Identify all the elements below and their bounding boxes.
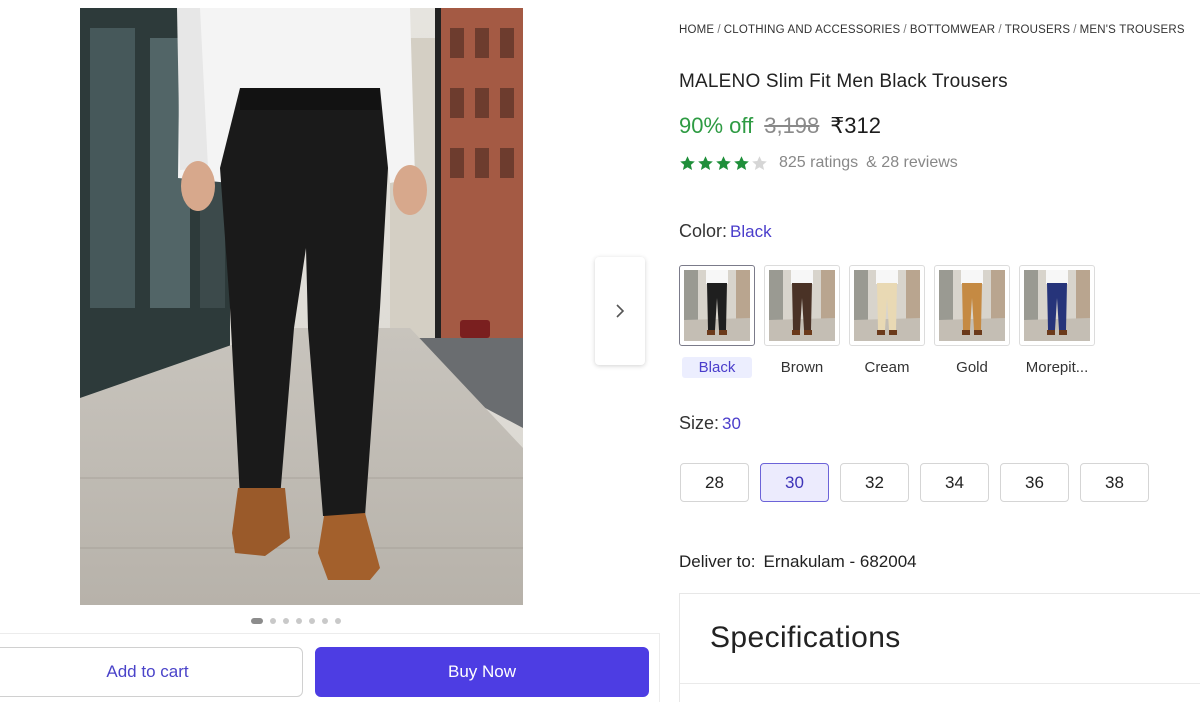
buy-now-button[interactable]: Buy Now: [315, 647, 649, 697]
selected-color: Black: [730, 222, 772, 241]
swatch-thumbnail: [769, 270, 835, 341]
swatch-thumbnail: [684, 270, 750, 341]
reviews-count: & 28 reviews: [866, 154, 958, 171]
cta-bar: Add to cart Buy Now: [0, 633, 660, 702]
chevron-right-icon: [616, 304, 625, 318]
color-swatch-image: [1019, 265, 1095, 346]
size-option-32[interactable]: 32: [840, 463, 909, 502]
size-option-34[interactable]: 34: [920, 463, 989, 502]
divider: [680, 683, 1200, 684]
gallery-next-button[interactable]: [595, 257, 645, 365]
add-to-cart-button[interactable]: Add to cart: [0, 647, 303, 697]
gallery-dot[interactable]: [309, 618, 315, 624]
mrp-price: 3,198: [764, 113, 820, 138]
star-filled-icon: [680, 155, 695, 170]
size-label-text: Size:: [679, 413, 720, 433]
gallery-dot[interactable]: [296, 618, 302, 624]
breadcrumb-item[interactable]: BOTTOMWEAR: [910, 24, 995, 36]
size-options: 28 30 32 34 36 38: [680, 463, 1149, 502]
star-rating: [679, 155, 768, 172]
product-title: MALENO Slim Fit Men Black Trousers: [679, 71, 1008, 92]
size-label: Size: 30: [679, 413, 741, 434]
gallery-dot[interactable]: [335, 618, 341, 624]
color-swatch-label: Brown: [780, 359, 824, 376]
size-option-30[interactable]: 30: [760, 463, 829, 502]
swatch-thumbnail: [939, 270, 1005, 341]
gallery-pagination: [251, 618, 341, 624]
breadcrumb-item[interactable]: TROUSERS: [1005, 24, 1071, 36]
specifications-card[interactable]: Specifications: [679, 593, 1200, 702]
star-filled-icon: [698, 155, 713, 170]
gallery-dot[interactable]: [270, 618, 276, 624]
size-option-28[interactable]: 28: [680, 463, 749, 502]
color-label: Color: Black: [679, 221, 772, 242]
specifications-title: Specifications: [710, 621, 901, 654]
gallery-dot[interactable]: [283, 618, 289, 624]
rating-row[interactable]: 825 ratings & 28 reviews: [679, 154, 958, 172]
selling-price: ₹312: [830, 113, 881, 138]
deliver-label: Deliver to:: [679, 552, 756, 571]
breadcrumb-item[interactable]: CLOTHING AND ACCESSORIES: [724, 24, 901, 36]
breadcrumb-separator: /: [717, 24, 721, 36]
color-swatch[interactable]: Gold: [934, 265, 1010, 378]
color-swatch[interactable]: Morepit...: [1019, 265, 1095, 378]
size-option-36[interactable]: 36: [1000, 463, 1069, 502]
color-swatch-label: Black: [682, 357, 752, 378]
delivery-row[interactable]: Deliver to: Ernakulam - 682004: [679, 552, 917, 572]
star-filled-icon: [734, 155, 749, 170]
gallery-dot[interactable]: [251, 618, 263, 624]
color-swatch-label: Gold: [956, 359, 988, 376]
breadcrumb: HOME / CLOTHING AND ACCESSORIES / BOTTOMWEAR…: [679, 24, 1185, 36]
color-swatch-image: [679, 265, 755, 346]
color-swatch-label: Morepit...: [1025, 359, 1089, 376]
color-swatches: Black Brown Cream Gold Morepit...: [679, 265, 1095, 378]
product-photo: [80, 8, 523, 605]
color-swatch[interactable]: Brown: [764, 265, 840, 378]
color-swatch-image: [849, 265, 925, 346]
color-swatch-label: Cream: [864, 359, 910, 376]
color-label-text: Color:: [679, 221, 728, 241]
color-swatch[interactable]: Cream: [849, 265, 925, 378]
color-swatch-image: [764, 265, 840, 346]
swatch-thumbnail: [854, 270, 920, 341]
breadcrumb-separator: /: [1073, 24, 1077, 36]
product-main-image[interactable]: [80, 8, 523, 605]
discount-percent: 90% off: [679, 113, 754, 138]
breadcrumb-separator: /: [998, 24, 1002, 36]
star-empty-icon: [752, 155, 767, 170]
gallery-dot[interactable]: [322, 618, 328, 624]
breadcrumb-item[interactable]: MEN'S TROUSERS: [1080, 24, 1185, 36]
breadcrumb-item[interactable]: HOME: [679, 24, 714, 36]
color-swatch-image: [934, 265, 1010, 346]
selected-size: 30: [722, 414, 741, 433]
swatch-thumbnail: [1024, 270, 1090, 341]
delivery-location: Ernakulam - 682004: [763, 552, 917, 571]
price-row: 90% off 3,198 ₹312: [679, 113, 881, 139]
breadcrumb-separator: /: [903, 24, 907, 36]
color-swatch[interactable]: Black: [679, 265, 755, 378]
star-filled-icon: [716, 155, 731, 170]
size-option-38[interactable]: 38: [1080, 463, 1149, 502]
ratings-count: 825 ratings: [779, 154, 859, 171]
